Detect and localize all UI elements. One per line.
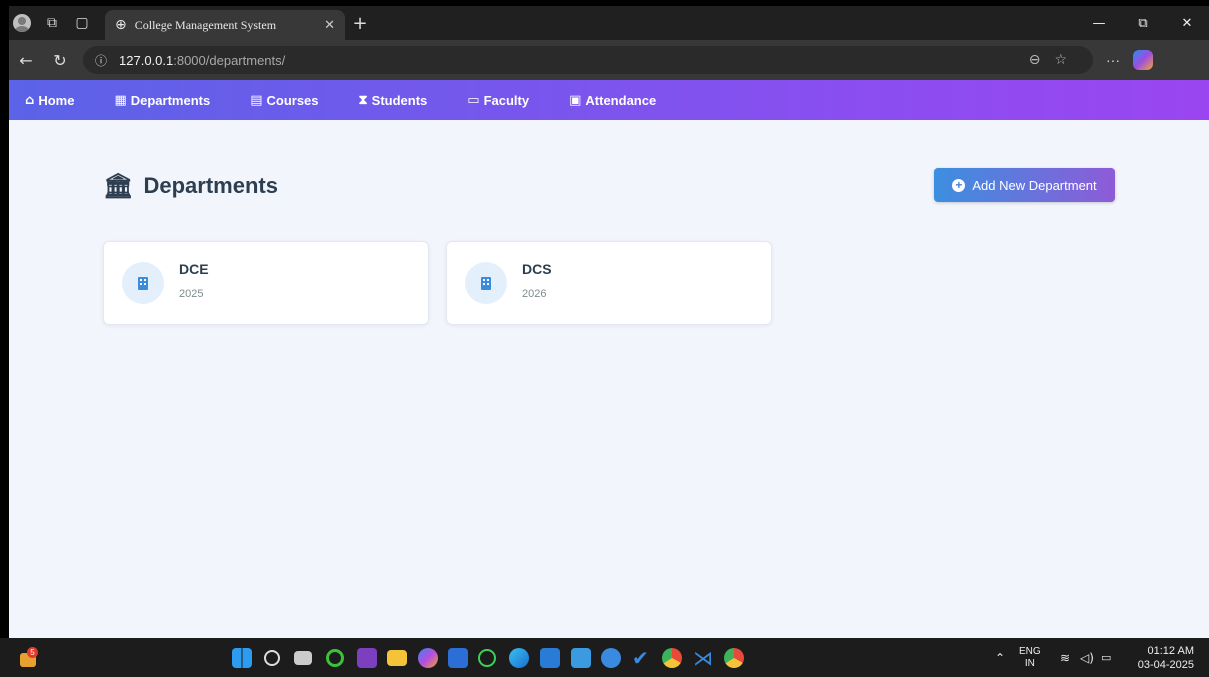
start-icon[interactable] bbox=[232, 648, 252, 668]
chrome-icon[interactable] bbox=[662, 648, 682, 668]
copilot-icon[interactable] bbox=[1133, 50, 1153, 70]
myhp-icon[interactable] bbox=[571, 648, 591, 668]
nav-label: Faculty bbox=[483, 92, 530, 108]
department-year: 2026 bbox=[522, 288, 547, 300]
plus-circle-icon: + bbox=[952, 178, 966, 192]
page-title: 🏛 Departments bbox=[103, 172, 278, 200]
clipboard-check-icon: ▣ bbox=[569, 92, 582, 108]
notification-badge: 5 bbox=[27, 647, 38, 658]
nav-label: Departments bbox=[130, 92, 211, 108]
refresh-button[interactable]: ↻ bbox=[43, 51, 77, 70]
nav-home[interactable]: ⌂ Home bbox=[25, 93, 74, 108]
volume-icon[interactable]: ◁) bbox=[1080, 638, 1094, 677]
department-card[interactable]: DCS 2026 bbox=[446, 241, 772, 325]
system-clock[interactable]: 01:12 AM 03-04-2025 bbox=[1130, 644, 1194, 672]
close-tab-icon[interactable]: ✕ bbox=[324, 18, 335, 33]
nav-departments[interactable]: ▦ Departments bbox=[114, 93, 210, 108]
store-icon[interactable] bbox=[540, 648, 560, 668]
department-icon-circle bbox=[465, 262, 507, 304]
tab-title: College Management System bbox=[134, 17, 277, 32]
main-content: 🏛 Departments + Add New Department DCE 2… bbox=[9, 120, 1209, 638]
app-navbar: ⌂ Home ▦ Departments ▤ Courses ⧗ Students ▭ F… bbox=[9, 80, 1209, 120]
minimize-button[interactable]: — bbox=[1077, 16, 1121, 31]
file-explorer-icon[interactable] bbox=[387, 650, 407, 666]
browser-window: ⧉ ▢ ⊕ College Management System ✕ + — ⧉ … bbox=[9, 6, 1209, 638]
globe-icon: ⊕ bbox=[115, 17, 127, 33]
department-icon-circle bbox=[122, 262, 164, 304]
todo-check-icon[interactable]: ✔ bbox=[632, 648, 652, 668]
url-path: :8000/departments/ bbox=[173, 52, 286, 68]
nav-attendance[interactable]: ▣ Attendance bbox=[569, 93, 656, 108]
onenote-icon[interactable] bbox=[357, 648, 377, 668]
back-button[interactable]: ← bbox=[9, 51, 43, 70]
wifi-icon[interactable]: ≋ bbox=[1060, 638, 1070, 677]
nav-courses[interactable]: ▤ Courses bbox=[250, 93, 318, 108]
restore-button[interactable]: ⧉ bbox=[1121, 16, 1165, 31]
house-icon: ⌂ bbox=[25, 92, 35, 108]
url-host: 127.0.0.1 bbox=[119, 52, 174, 68]
favorite-star-icon[interactable]: ☆ bbox=[1054, 52, 1081, 68]
lang-code: ENG bbox=[1019, 646, 1041, 657]
weather-widget-icon[interactable]: 5 bbox=[20, 647, 40, 667]
zoom-icon[interactable]: ⊖ bbox=[1029, 52, 1055, 68]
graduate-icon: ⧗ bbox=[358, 92, 368, 108]
battery-icon[interactable]: ▭ bbox=[1101, 638, 1111, 677]
add-button-label: Add New Department bbox=[972, 177, 1097, 193]
url-field[interactable]: ⓘ 127.0.0.1:8000/departments/ ⊖☆ bbox=[83, 46, 1093, 74]
nav-label: Students bbox=[371, 92, 428, 108]
show-hidden-icons[interactable]: ⌃ bbox=[995, 638, 1005, 677]
chalkboard-teacher-icon: ▭ bbox=[467, 92, 480, 108]
book-icon: ▤ bbox=[250, 92, 263, 108]
nav-label: Courses bbox=[266, 92, 319, 108]
app-circle-icon[interactable] bbox=[326, 649, 344, 667]
nav-label: Home bbox=[38, 92, 75, 108]
lang-region: IN bbox=[1024, 658, 1035, 669]
vscode-icon[interactable]: ⋊ bbox=[693, 648, 713, 668]
nav-label: Attendance bbox=[585, 92, 657, 108]
edge-icon[interactable] bbox=[509, 648, 529, 668]
department-name: DCE bbox=[179, 261, 209, 277]
workspaces-icon[interactable]: ⧉ bbox=[37, 6, 67, 40]
building-icon: ▦ bbox=[114, 92, 127, 108]
windows-taskbar: 5 ✔ ⋊ ⌃ ENG IN ≋ ◁) ▭ 01:12 AM 03-04-2025 bbox=[0, 638, 1209, 677]
chrome-profile-icon[interactable] bbox=[724, 648, 744, 668]
language-indicator[interactable]: ENG IN bbox=[1019, 646, 1041, 670]
info-icon[interactable]: ⓘ bbox=[95, 52, 107, 69]
nav-students[interactable]: ⧗ Students bbox=[359, 93, 428, 108]
clock-date: 03-04-2025 bbox=[1137, 659, 1194, 671]
university-icon: 🏛 bbox=[103, 172, 134, 200]
help-icon[interactable] bbox=[601, 648, 621, 668]
address-bar: ← ↻ ⓘ 127.0.0.1:8000/departments/ ⊖☆ ··· bbox=[9, 40, 1209, 80]
browser-tab[interactable]: ⊕ College Management System ✕ bbox=[105, 10, 345, 40]
building-icon bbox=[138, 276, 148, 290]
whatsapp-icon[interactable] bbox=[478, 649, 496, 667]
copilot-app-icon[interactable] bbox=[418, 648, 438, 668]
new-tab-button[interactable]: + bbox=[345, 13, 375, 34]
tab-actions-icon[interactable]: ▢ bbox=[67, 6, 97, 40]
add-department-button[interactable]: + Add New Department bbox=[934, 168, 1115, 202]
department-name: DCS bbox=[522, 261, 552, 277]
clock-time: 01:12 AM bbox=[1147, 645, 1194, 657]
building-icon bbox=[481, 276, 491, 290]
more-menu-icon[interactable]: ··· bbox=[1093, 52, 1133, 68]
nav-faculty[interactable]: ▭ Faculty bbox=[467, 93, 529, 108]
title-bar: ⧉ ▢ ⊕ College Management System ✕ + — ⧉ … bbox=[9, 6, 1209, 40]
profile-avatar[interactable] bbox=[13, 14, 31, 32]
page-title-text: Departments bbox=[143, 173, 278, 198]
word-icon[interactable] bbox=[448, 648, 468, 668]
department-year: 2025 bbox=[179, 288, 204, 300]
close-window-button[interactable]: ✕ bbox=[1165, 16, 1209, 31]
department-card[interactable]: DCE 2025 bbox=[103, 241, 429, 325]
task-view-icon[interactable] bbox=[294, 651, 312, 665]
search-icon[interactable] bbox=[264, 650, 280, 666]
